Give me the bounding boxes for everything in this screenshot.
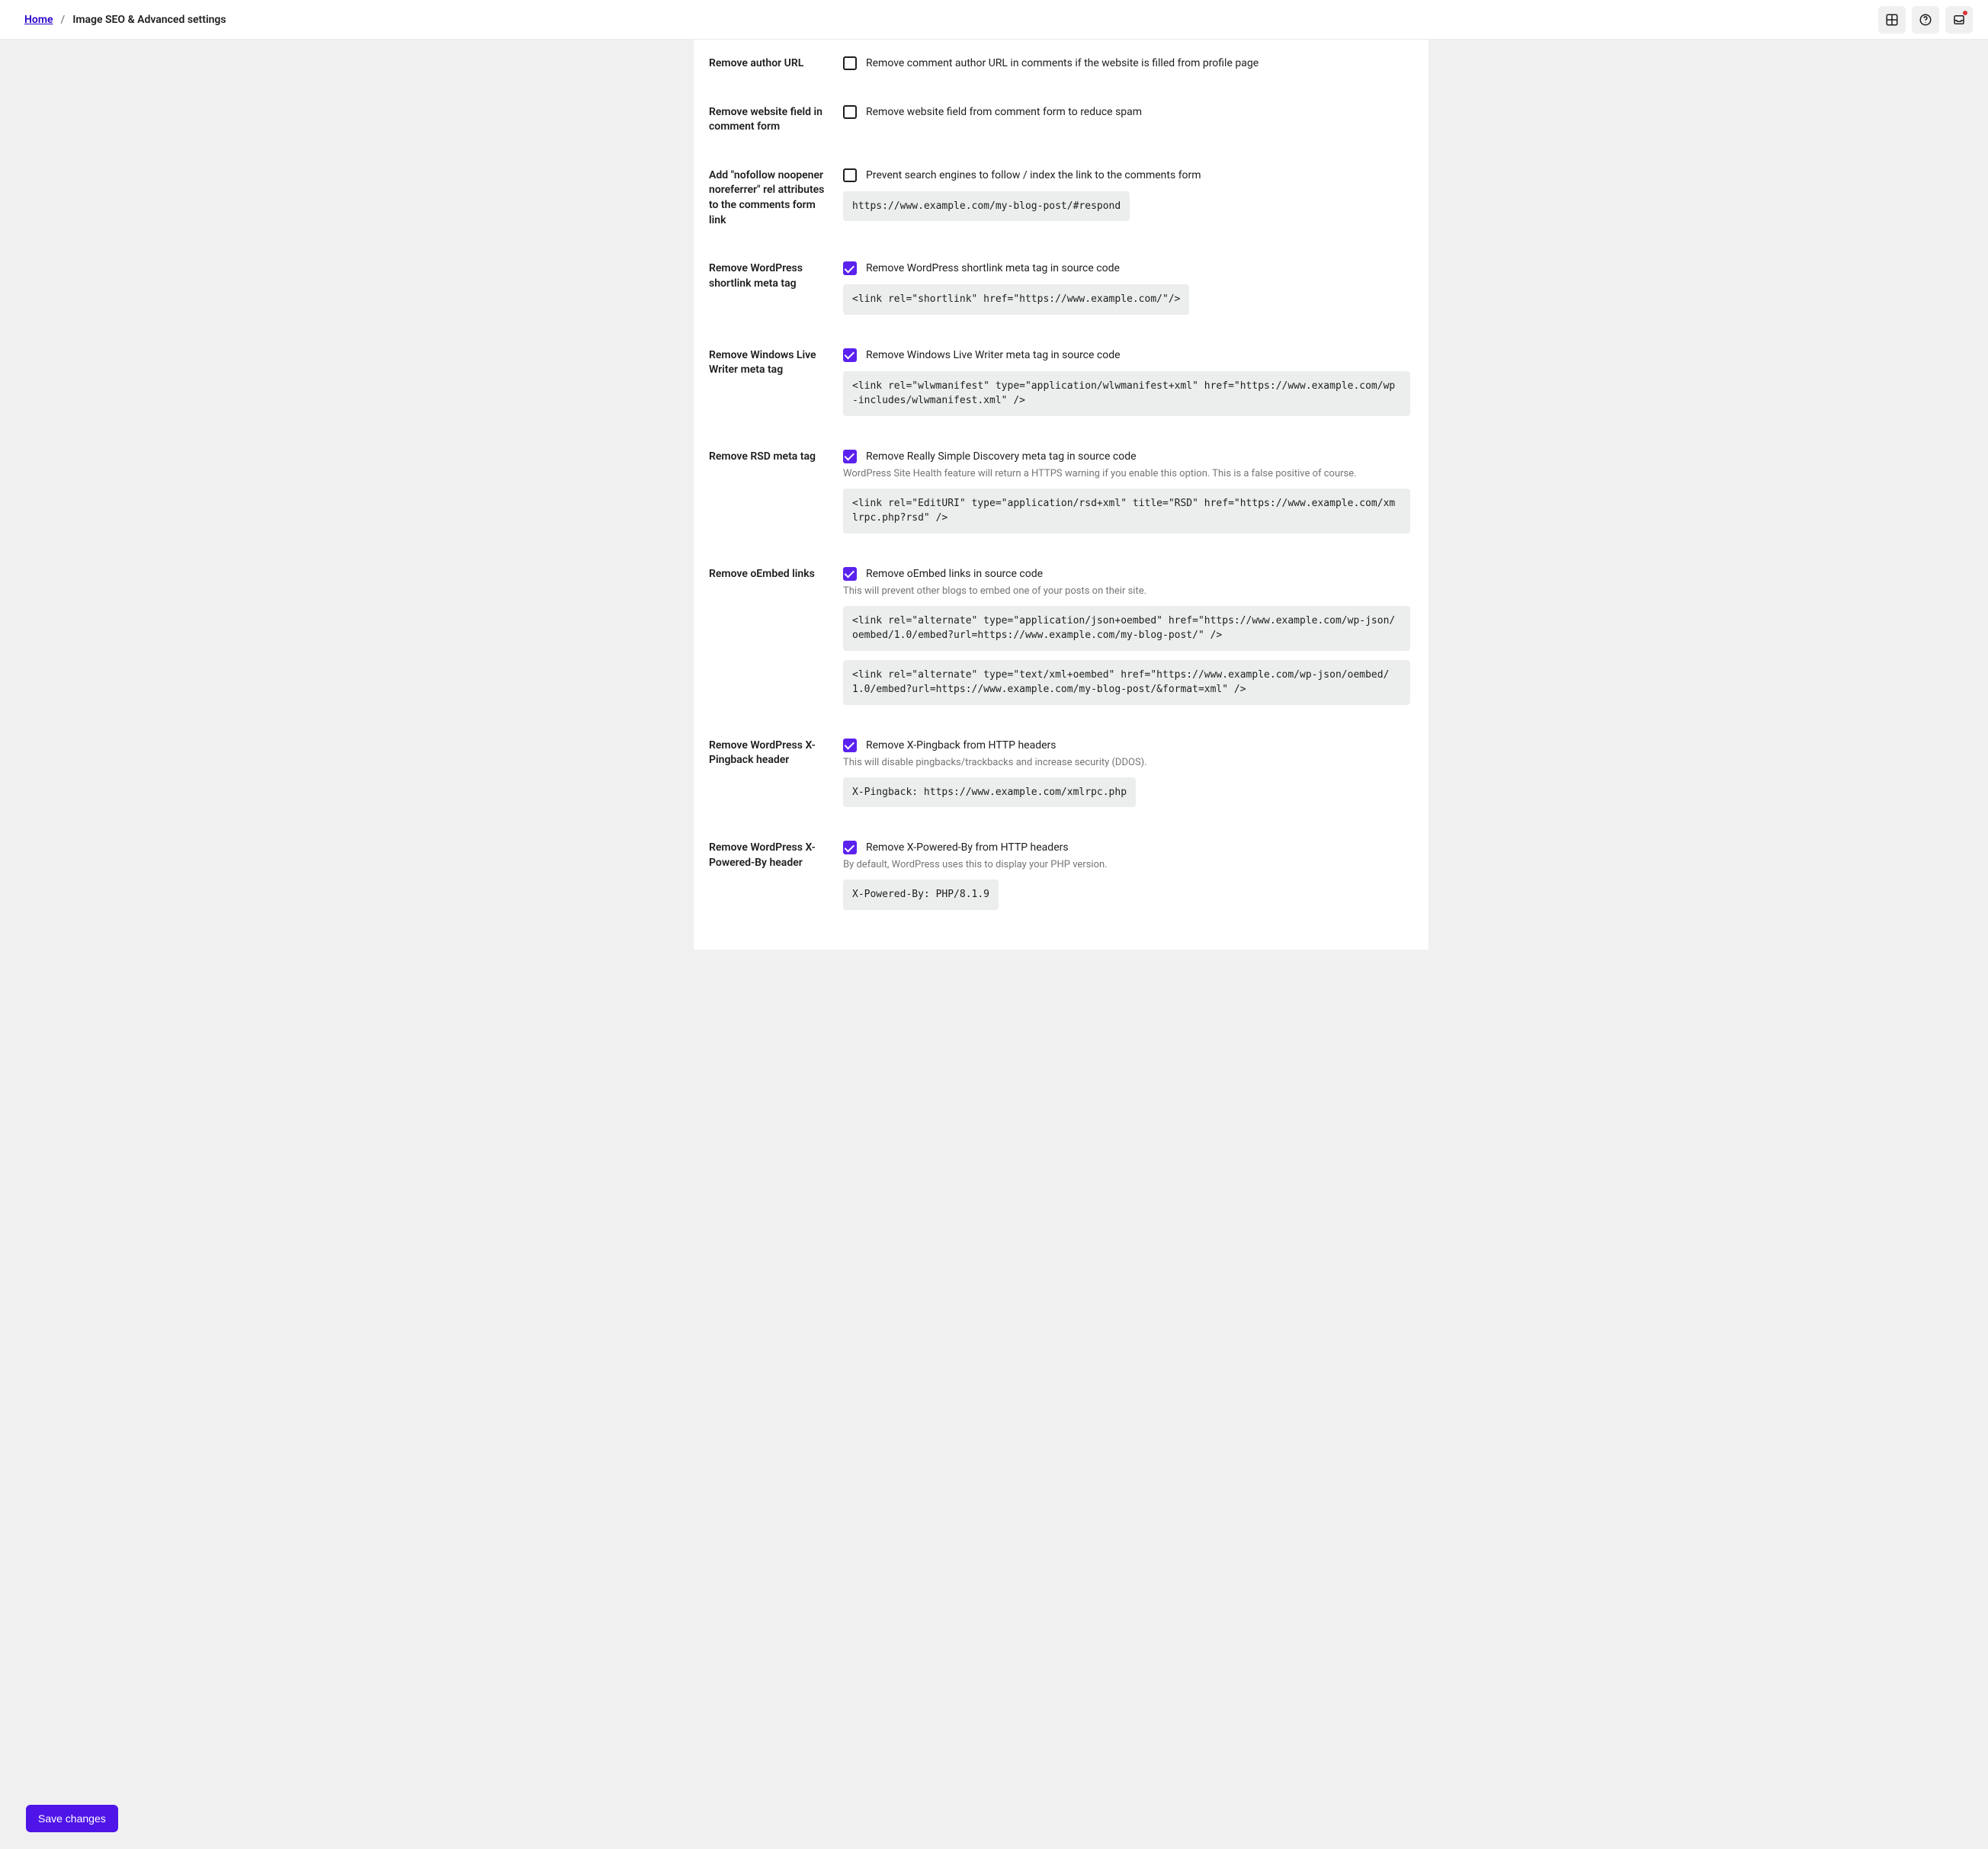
save-bar: Save changes: [26, 1805, 118, 1832]
checkbox-xpingback[interactable]: [843, 739, 857, 752]
grid-icon: [1885, 13, 1899, 27]
code-block: X-Powered-By: PHP/8.1.9: [843, 880, 999, 910]
breadcrumb-home-link[interactable]: Home: [24, 14, 53, 26]
grid-icon-button[interactable]: [1878, 6, 1906, 34]
row-label: Remove WordPress X-Pingback header: [709, 739, 834, 808]
code-block: X-Pingback: https://www.example.com/xmlr…: [843, 777, 1136, 808]
checkbox-wlw[interactable]: [843, 348, 857, 362]
checkbox-author-url[interactable]: [843, 56, 857, 70]
breadcrumb: Home / Image SEO & Advanced settings: [24, 14, 226, 26]
row-label: Remove WordPress shortlink meta tag: [709, 261, 834, 315]
checkbox-label: Remove WordPress shortlink meta tag in s…: [866, 262, 1120, 274]
row-wlw: Remove Windows Live Writer meta tag Remo…: [694, 332, 1428, 433]
row-label: Add "nofollow noopener noreferrer" rel a…: [709, 168, 834, 228]
checkbox-oembed[interactable]: [843, 567, 857, 581]
code-block: <link rel="shortlink" href="https://www.…: [843, 284, 1189, 315]
help-icon: [1919, 13, 1932, 27]
helper-text: This will prevent other blogs to embed o…: [843, 585, 1410, 597]
row-nofollow: Add "nofollow noopener noreferrer" rel a…: [694, 152, 1428, 245]
code-block: <link rel="wlwmanifest" type="applicatio…: [843, 371, 1410, 416]
topbar-actions: [1878, 6, 1973, 34]
checkbox-label: Remove comment author URL in comments if…: [866, 57, 1259, 69]
checkbox-label: Remove website field from comment form t…: [866, 106, 1142, 118]
row-rsd: Remove RSD meta tag Remove Really Simple…: [694, 433, 1428, 550]
help-icon-button[interactable]: [1912, 6, 1939, 34]
checkbox-website-field[interactable]: [843, 105, 857, 119]
helper-text: By default, WordPress uses this to displ…: [843, 859, 1410, 870]
helper-text: WordPress Site Health feature will retur…: [843, 468, 1410, 479]
settings-panel: Remove author URL Remove comment author …: [694, 40, 1428, 950]
breadcrumb-current: Image SEO & Advanced settings: [72, 14, 226, 26]
row-shortlink: Remove WordPress shortlink meta tag Remo…: [694, 245, 1428, 332]
row-label: Remove author URL: [709, 56, 834, 72]
row-xpowered: Remove WordPress X-Powered-By header Rem…: [694, 824, 1428, 927]
row-xpingback: Remove WordPress X-Pingback header Remov…: [694, 722, 1428, 825]
checkbox-rsd[interactable]: [843, 450, 857, 463]
checkbox-label: Prevent search engines to follow / index…: [866, 169, 1201, 181]
row-label: Remove WordPress X-Powered-By header: [709, 841, 834, 910]
code-block: <link rel="alternate" type="text/xml+oem…: [843, 660, 1410, 705]
checkbox-label: Remove oEmbed links in source code: [866, 568, 1043, 580]
checkbox-label: Remove Really Simple Discovery meta tag …: [866, 450, 1137, 463]
row-website-field: Remove website field in comment form Rem…: [694, 88, 1428, 152]
row-label: Remove oEmbed links: [709, 567, 834, 705]
code-block: https://www.example.com/my-blog-post/#re…: [843, 191, 1130, 222]
row-label: Remove website field in comment form: [709, 105, 834, 135]
checkbox-nofollow[interactable]: [843, 168, 857, 182]
save-button[interactable]: Save changes: [26, 1805, 118, 1832]
code-block: <link rel="alternate" type="application/…: [843, 606, 1410, 651]
notifications-icon-button[interactable]: [1945, 6, 1973, 34]
checkbox-label: Remove Windows Live Writer meta tag in s…: [866, 349, 1121, 361]
checkbox-label: Remove X-Powered-By from HTTP headers: [866, 841, 1069, 854]
checkbox-label: Remove X-Pingback from HTTP headers: [866, 739, 1057, 751]
row-label: Remove Windows Live Writer meta tag: [709, 348, 834, 416]
topbar: Home / Image SEO & Advanced settings: [0, 0, 1988, 40]
row-author-url: Remove author URL Remove comment author …: [694, 40, 1428, 88]
breadcrumb-separator: /: [61, 14, 66, 26]
row-oembed: Remove oEmbed links Remove oEmbed links …: [694, 550, 1428, 722]
checkbox-shortlink[interactable]: [843, 261, 857, 275]
helper-text: This will disable pingbacks/trackbacks a…: [843, 757, 1410, 768]
row-label: Remove RSD meta tag: [709, 450, 834, 534]
code-block: <link rel="EditURI" type="application/rs…: [843, 489, 1410, 534]
checkbox-xpowered[interactable]: [843, 841, 857, 854]
notification-dot: [1963, 11, 1967, 15]
